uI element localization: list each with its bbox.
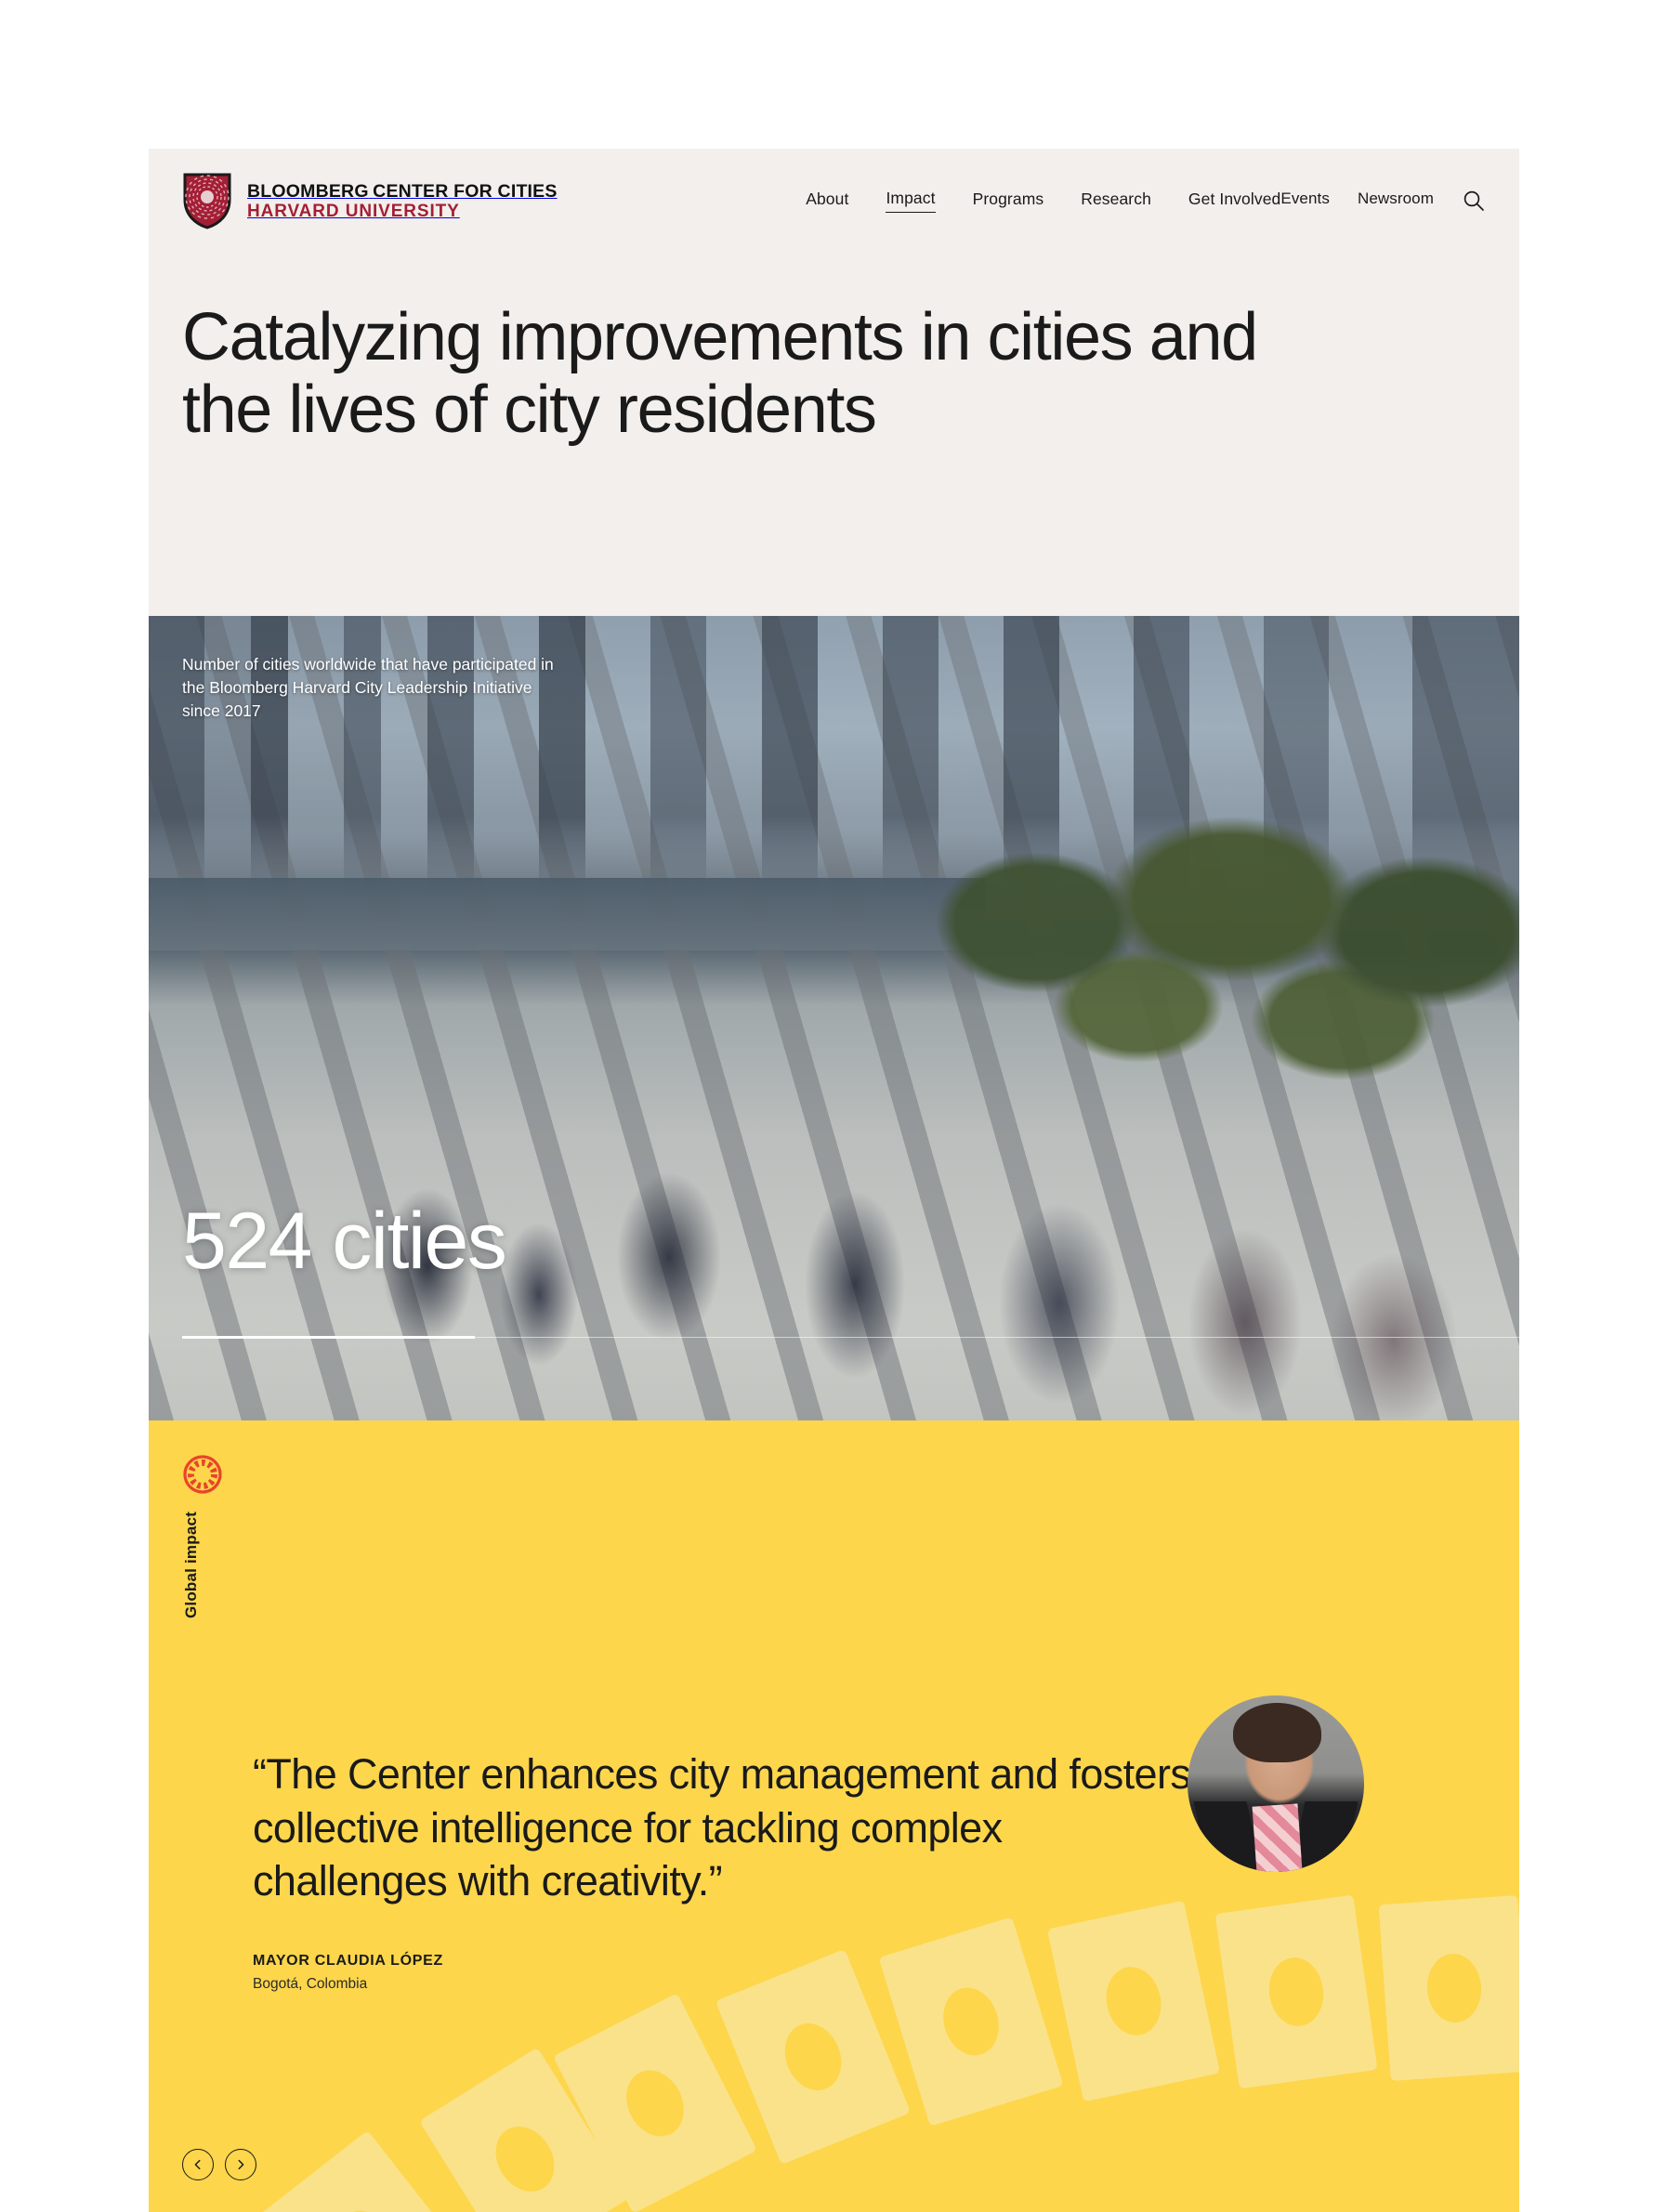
page-root: BLOOMBERG CENTER FOR CITIES HARVARD UNIV… xyxy=(0,0,1667,2212)
portrait-hair xyxy=(1233,1702,1322,1763)
deco-shape xyxy=(419,2047,631,2212)
deco-shape xyxy=(553,1993,757,2212)
quote-author-location: Bogotá, Colombia xyxy=(253,1975,368,1992)
quote-text: “The Center enhances city management and… xyxy=(253,1750,1191,1905)
gear-circle-icon xyxy=(182,1454,223,1495)
quote-block: “The Center enhances city management and… xyxy=(253,1747,1191,1993)
primary-navigation: About Impact Programs Research Get Invol… xyxy=(806,189,1280,213)
logo-line-harvard: HARVARD UNIVERSITY xyxy=(247,202,460,221)
carousel-next-button[interactable] xyxy=(225,2149,256,2180)
progress-fill xyxy=(182,1336,475,1339)
harvard-shield-icon xyxy=(182,172,232,229)
nav-item-get-involved[interactable]: Get Involved xyxy=(1188,190,1280,213)
content-frame: BLOOMBERG CENTER FOR CITIES HARVARD UNIV… xyxy=(149,149,1519,2212)
page-title: Catalyzing improvements in cities and th… xyxy=(182,300,1258,448)
logo-line-center: CENTER FOR CITIES xyxy=(373,181,558,202)
search-icon[interactable] xyxy=(1462,189,1486,213)
nav-item-events[interactable]: Events xyxy=(1280,190,1330,212)
hero-image-section: Number of cities worldwide that have par… xyxy=(149,616,1519,1420)
logo-line-bloomberg: BLOOMBERG xyxy=(247,181,369,202)
chevron-left-icon xyxy=(191,2158,204,2171)
river-graphic xyxy=(149,878,985,950)
quote-author-name: MAYOR CLAUDIA LÓPEZ xyxy=(253,1952,444,1969)
deco-shape xyxy=(1214,1894,1378,2089)
hero-caption: Number of cities worldwide that have par… xyxy=(182,655,554,720)
secondary-navigation: Events Newsroom xyxy=(1280,189,1486,213)
deco-shape xyxy=(257,2129,477,2212)
carousel-prev-button[interactable] xyxy=(182,2149,214,2180)
deco-shape xyxy=(1378,1894,1519,2082)
section-label-global-impact: Global impact xyxy=(182,1512,200,1619)
impact-quote-section: Global impact “The Center enhances city … xyxy=(149,1420,1519,2212)
header-band: BLOOMBERG CENTER FOR CITIES HARVARD UNIV… xyxy=(149,149,1519,616)
impact-badge-column: Global impact xyxy=(182,1454,238,1618)
nav-item-newsroom[interactable]: Newsroom xyxy=(1358,190,1434,212)
nav-item-impact[interactable]: Impact xyxy=(886,189,936,213)
site-logo[interactable]: BLOOMBERG CENTER FOR CITIES HARVARD UNIV… xyxy=(182,172,687,229)
chevron-right-icon xyxy=(234,2158,247,2171)
hero-statistic: 524 cities xyxy=(182,1197,507,1286)
nav-item-research[interactable]: Research xyxy=(1081,190,1151,213)
carousel-controls xyxy=(182,2149,256,2180)
nav-item-about[interactable]: About xyxy=(806,190,848,213)
tree-canopy-graphic xyxy=(925,811,1519,1090)
top-navigation-bar: BLOOMBERG CENTER FOR CITIES HARVARD UNIV… xyxy=(149,149,1519,253)
logo-wordmark: BLOOMBERG CENTER FOR CITIES HARVARD UNIV… xyxy=(247,180,687,222)
avatar xyxy=(1188,1695,1364,1872)
hero-progress-indicator[interactable] xyxy=(182,1336,1519,1339)
portrait-scarf xyxy=(1252,1803,1304,1872)
nav-item-programs[interactable]: Programs xyxy=(973,190,1044,213)
